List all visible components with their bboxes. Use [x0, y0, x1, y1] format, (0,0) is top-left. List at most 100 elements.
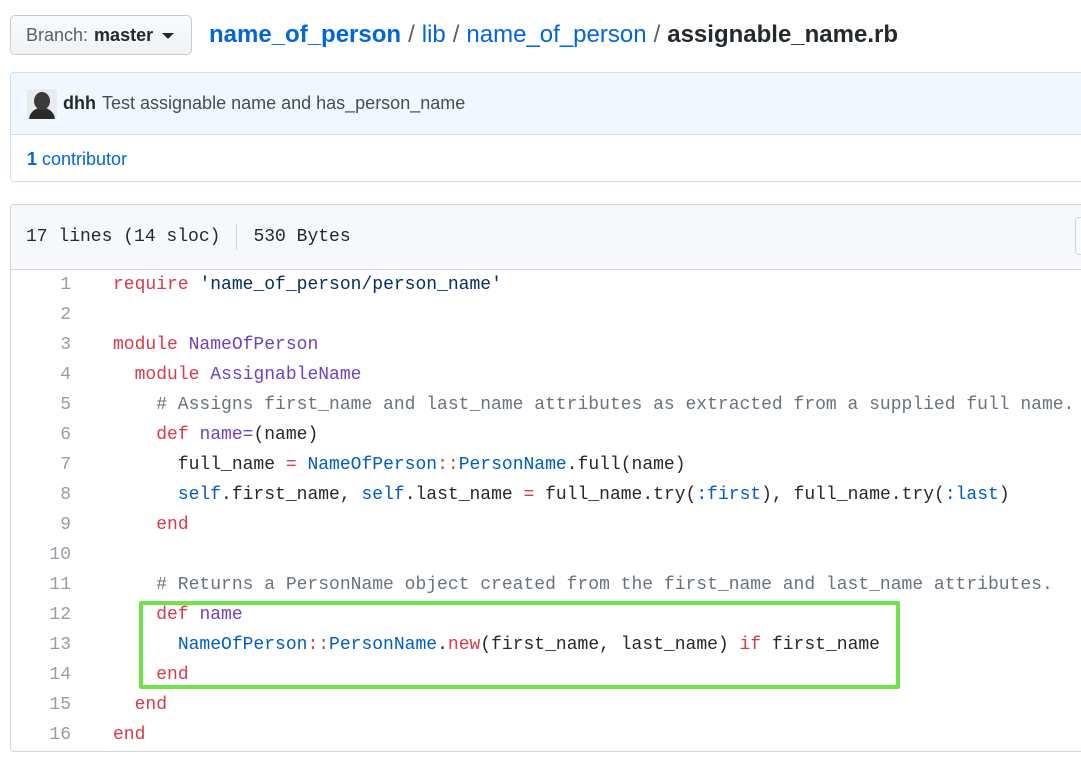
code-token: self: [177, 485, 222, 505]
code-line: 16 end: [11, 720, 1081, 750]
line-number[interactable]: 1: [11, 270, 71, 300]
line-code: end: [71, 720, 145, 750]
line-code: require 'name_of_person/person_name': [71, 270, 502, 300]
code-token: :first: [696, 485, 762, 505]
line-number[interactable]: 3: [11, 330, 71, 360]
branch-label: Branch:: [26, 24, 89, 45]
line-number[interactable]: 15: [11, 690, 71, 720]
file-header: 17 lines (14 sloc) 530 Bytes: [11, 205, 1081, 270]
line-number[interactable]: 16: [11, 720, 71, 750]
line-number[interactable]: 12: [11, 600, 71, 630]
code-line: 11 # Returns a PersonName object created…: [11, 570, 1081, 600]
avatar[interactable]: [27, 88, 57, 119]
line-number[interactable]: 9: [11, 510, 71, 540]
contributors-link[interactable]: 1 contributor: [27, 149, 127, 170]
code-line: 8 self.first_name, self.last_name = full…: [11, 480, 1081, 510]
line-code: module AssignableName: [71, 360, 362, 390]
code-token: require: [113, 275, 189, 295]
line-code: module NameOfPerson: [71, 330, 318, 360]
line-number[interactable]: 11: [11, 570, 71, 600]
code-line: 7 full_name = NameOfPerson::PersonName.f…: [11, 450, 1081, 480]
code-token: .first_name,: [221, 485, 362, 505]
line-number[interactable]: 14: [11, 660, 71, 690]
branch-select-button[interactable]: Branch: master: [10, 15, 192, 55]
line-number[interactable]: 4: [11, 360, 71, 390]
code-token: NameOfPerson: [307, 455, 438, 475]
code-token: ::: [437, 455, 459, 475]
line-code: # Assigns first_name and last_name attri…: [71, 390, 1074, 420]
breadcrumb-lib-link[interactable]: lib: [422, 21, 446, 48]
code-token: self: [361, 485, 405, 505]
breadcrumb-separator: /: [408, 21, 415, 48]
line-code: self.first_name, self.last_name = full_n…: [71, 480, 1010, 510]
code-token: full_name: [113, 455, 286, 475]
line-code: # Returns a PersonName object created fr…: [71, 570, 1053, 600]
code-token: module: [134, 365, 200, 385]
breadcrumb-separator: /: [653, 21, 661, 48]
commit-message-link[interactable]: Test assignable name and has_person_name: [102, 93, 465, 114]
line-code: def name=(name): [71, 420, 318, 450]
commit-author-link[interactable]: dhh: [63, 93, 96, 114]
code-token: .full(name): [566, 455, 686, 475]
line-number[interactable]: 5: [11, 390, 71, 420]
line-number[interactable]: 6: [11, 420, 71, 450]
line-code: full_name = NameOfPerson::PersonName.ful…: [71, 450, 686, 480]
code-line: 2: [11, 300, 1081, 330]
code-token: =: [523, 485, 535, 505]
code-token: PersonName: [458, 455, 567, 475]
line-number[interactable]: 2: [11, 300, 71, 330]
code-token: .last_name: [404, 485, 524, 505]
code-line: 5 # Assigns first_name and last_name att…: [11, 390, 1081, 420]
code-line: 10: [11, 540, 1081, 570]
code-token: full_name.try(: [534, 485, 697, 505]
code-token: # Assigns first_name and last_name attri…: [113, 395, 1075, 415]
code-token: ), full_name.try(: [761, 485, 945, 505]
line-number[interactable]: 13: [11, 630, 71, 660]
code-token: :last: [944, 485, 999, 505]
code-token: NameOfPerson: [188, 335, 319, 355]
line-code: end: [71, 510, 189, 540]
code-line: 15 end: [11, 690, 1081, 720]
code-token: def: [156, 425, 189, 445]
breadcrumb-file-name: assignable_name.rb: [667, 21, 898, 48]
branch-value: master: [94, 24, 154, 45]
code-token: 'name_of_person/person_name': [199, 275, 502, 295]
code-token: end: [156, 515, 189, 535]
breadcrumb-separator: /: [452, 21, 460, 48]
raw-button[interactable]: [1075, 217, 1081, 255]
code-token: module: [113, 335, 178, 355]
code-token: # Returns a PersonName object created fr…: [113, 575, 1053, 595]
line-number[interactable]: 8: [11, 480, 71, 510]
line-number[interactable]: 10: [11, 540, 71, 570]
breadcrumb-repo-link[interactable]: name_of_person: [209, 21, 401, 48]
header-divider: [236, 224, 238, 250]
line-code: end: [71, 690, 167, 720]
contributors-label: contributor: [42, 148, 128, 169]
code-token: (name): [253, 425, 319, 445]
commit-info: dhh Test assignable name and has_person_…: [11, 73, 1081, 135]
file-size: 530 Bytes: [253, 227, 351, 247]
code-line: 4 module AssignableName: [11, 360, 1081, 390]
code-line: 3 module NameOfPerson: [11, 330, 1081, 360]
contributors-count: 1: [27, 148, 38, 169]
breadcrumb-dir-link[interactable]: name_of_person: [466, 21, 646, 48]
code-token: =: [285, 455, 297, 475]
highlight-annotation-box: [139, 601, 900, 689]
line-number[interactable]: 7: [11, 450, 71, 480]
code-token: end: [113, 725, 146, 745]
code-token: end: [134, 695, 168, 715]
code-line: 9 end: [11, 510, 1081, 540]
contributors-row: 1 contributor: [11, 135, 1081, 181]
code-token: name=: [199, 425, 254, 445]
